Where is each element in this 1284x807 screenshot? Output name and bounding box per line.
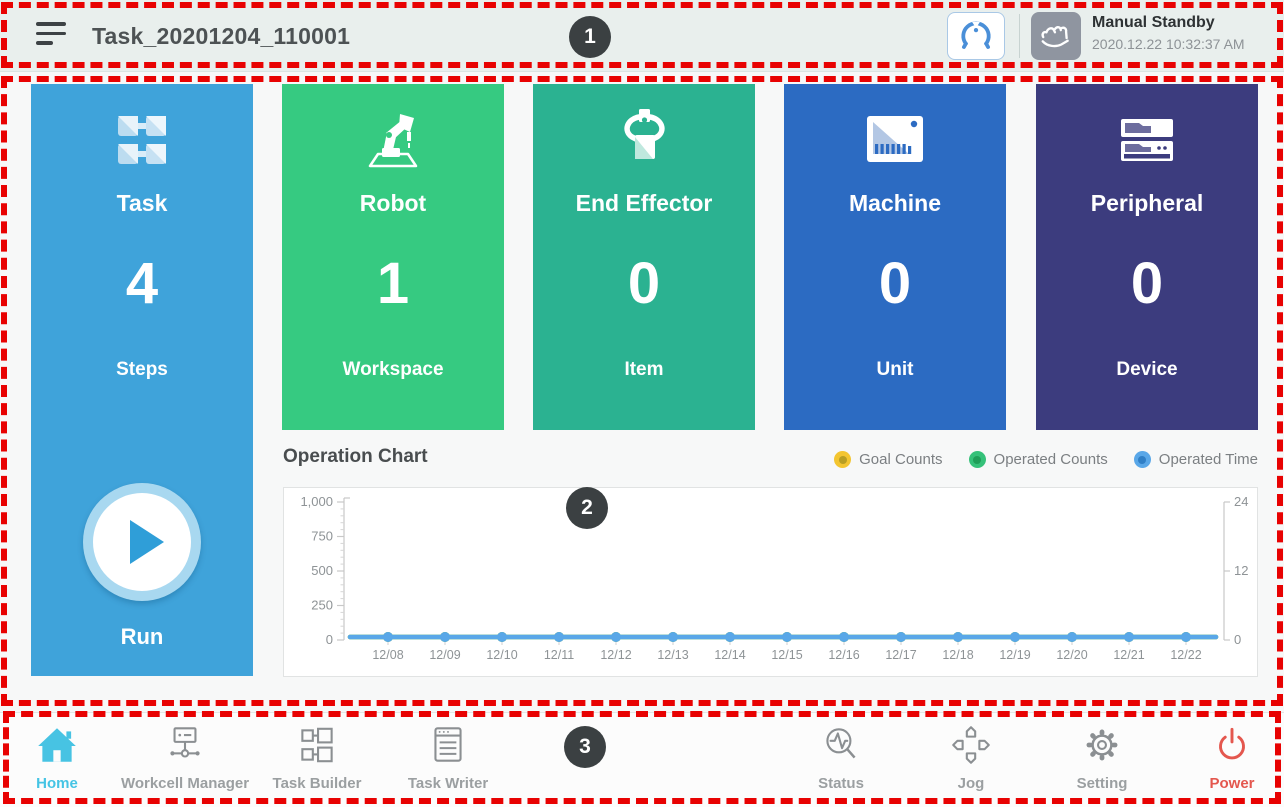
svg-text:12/18: 12/18 [942, 648, 973, 662]
card-peripheral-value: 0 [1131, 255, 1163, 313]
operation-chart-title: Operation Chart [283, 446, 428, 468]
card-end-effector-value: 0 [628, 255, 660, 313]
card-peripheral-unit: Device [1116, 359, 1177, 381]
robot-status: Manual Standby 2020.12.22 10:32:37 AM [1092, 14, 1245, 52]
svg-text:12/19: 12/19 [999, 648, 1030, 662]
home-icon [34, 719, 80, 771]
svg-text:12: 12 [1234, 563, 1248, 578]
card-end-effector[interactable]: End Effector 0 Item [533, 84, 755, 430]
legend-operated-time: Operated Time [1134, 451, 1258, 468]
setting-gear-icon [1079, 719, 1125, 771]
card-task-unit: Steps [116, 359, 168, 381]
end-effector-gripper-icon [612, 104, 676, 176]
machine-icon [863, 104, 927, 176]
task-builder-icon [294, 719, 340, 771]
play-icon [130, 520, 164, 564]
nav-item-task-writer[interactable]: Task Writer [378, 719, 518, 805]
top-bar: Task_20201204_110001 Manual Standby 2020… [0, 0, 1284, 72]
operated-time-dot-icon [1134, 451, 1151, 468]
svg-text:750: 750 [311, 529, 333, 544]
card-task-label: Task [117, 190, 168, 217]
card-end-effector-unit: Item [624, 359, 663, 381]
robot-pendant-screen: Task_20201204_110001 Manual Standby 2020… [0, 0, 1284, 807]
run-button[interactable] [83, 483, 201, 601]
run-button-label: Run [31, 624, 253, 650]
header-divider [1019, 14, 1020, 58]
card-robot-value: 1 [377, 255, 409, 313]
svg-text:12/22: 12/22 [1170, 648, 1201, 662]
nav-item-task-builder[interactable]: Task Builder [247, 719, 387, 805]
card-task[interactable]: Task 4 Steps Run [31, 84, 253, 676]
svg-text:12/08: 12/08 [372, 648, 403, 662]
operated-counts-dot-icon [969, 451, 986, 468]
nav-item-jog[interactable]: Jog [921, 719, 1021, 805]
svg-text:12/20: 12/20 [1056, 648, 1087, 662]
card-task-value: 4 [126, 255, 158, 313]
hamburger-menu-icon[interactable] [36, 22, 68, 50]
chart-legend: Goal Counts Operated Counts Operated Tim… [834, 451, 1258, 468]
svg-text:12/21: 12/21 [1113, 648, 1144, 662]
power-icon [1209, 719, 1255, 771]
nav-item-workcell-manager[interactable]: Workcell Manager [105, 719, 265, 805]
svg-text:500: 500 [311, 563, 333, 578]
card-machine[interactable]: Machine 0 Unit [784, 84, 1006, 430]
robot-arm-icon [356, 104, 430, 176]
bottom-navigation: Home Workcell Manager [0, 712, 1284, 807]
card-robot[interactable]: Robot 1 Workspace [282, 84, 504, 430]
svg-text:12/12: 12/12 [600, 648, 631, 662]
nav-item-home[interactable]: Home [17, 719, 97, 805]
svg-text:12/13: 12/13 [657, 648, 688, 662]
task-steps-icon [110, 104, 174, 176]
status-icon [818, 719, 864, 771]
nav-item-status[interactable]: Status [781, 719, 901, 805]
svg-text:12/10: 12/10 [486, 648, 517, 662]
svg-text:12/16: 12/16 [828, 648, 859, 662]
nav-item-setting[interactable]: Setting [1042, 719, 1162, 805]
svg-text:12/11: 12/11 [544, 648, 574, 662]
card-machine-value: 0 [879, 255, 911, 313]
card-machine-label: Machine [849, 190, 941, 217]
task-title: Task_20201204_110001 [92, 0, 350, 72]
legend-goal-counts: Goal Counts [834, 451, 942, 468]
svg-text:12/17: 12/17 [885, 648, 916, 662]
task-writer-icon [425, 719, 471, 771]
nav-item-power[interactable]: Power [1182, 719, 1282, 805]
svg-text:0: 0 [326, 632, 333, 647]
robot-status-text: Manual Standby [1092, 14, 1245, 32]
svg-text:12/15: 12/15 [771, 648, 802, 662]
operation-chart: 0 250 500 750 1,000 0 12 24 12/08 12/09 12/10 12/11… [284, 488, 1257, 676]
svg-text:250: 250 [311, 598, 333, 613]
goal-counts-dot-icon [834, 451, 851, 468]
svg-text:0: 0 [1234, 632, 1241, 647]
card-robot-label: Robot [360, 190, 426, 217]
gripper-icon [958, 18, 994, 54]
card-robot-unit: Workspace [342, 359, 443, 381]
svg-text:12/14: 12/14 [714, 648, 745, 662]
card-peripheral[interactable]: Peripheral 0 Device [1036, 84, 1258, 430]
svg-text:12/09: 12/09 [429, 648, 460, 662]
workcell-manager-icon [162, 719, 208, 771]
card-machine-unit: Unit [877, 359, 914, 381]
svg-text:1,000: 1,000 [300, 494, 333, 509]
operation-chart-panel: 0 250 500 750 1,000 0 12 24 12/08 12/09 12/10 12/11… [283, 487, 1258, 677]
card-peripheral-label: Peripheral [1091, 190, 1204, 217]
legend-operated-counts: Operated Counts [969, 451, 1108, 468]
jog-dpad-icon [948, 719, 994, 771]
manual-mode-indicator[interactable] [1031, 12, 1081, 60]
svg-text:24: 24 [1234, 494, 1248, 509]
card-end-effector-label: End Effector [576, 190, 713, 217]
hand-icon [1039, 20, 1073, 52]
gripper-tool-button[interactable] [947, 12, 1005, 60]
peripheral-server-icon [1115, 104, 1179, 176]
status-datetime: 2020.12.22 10:32:37 AM [1092, 36, 1245, 52]
